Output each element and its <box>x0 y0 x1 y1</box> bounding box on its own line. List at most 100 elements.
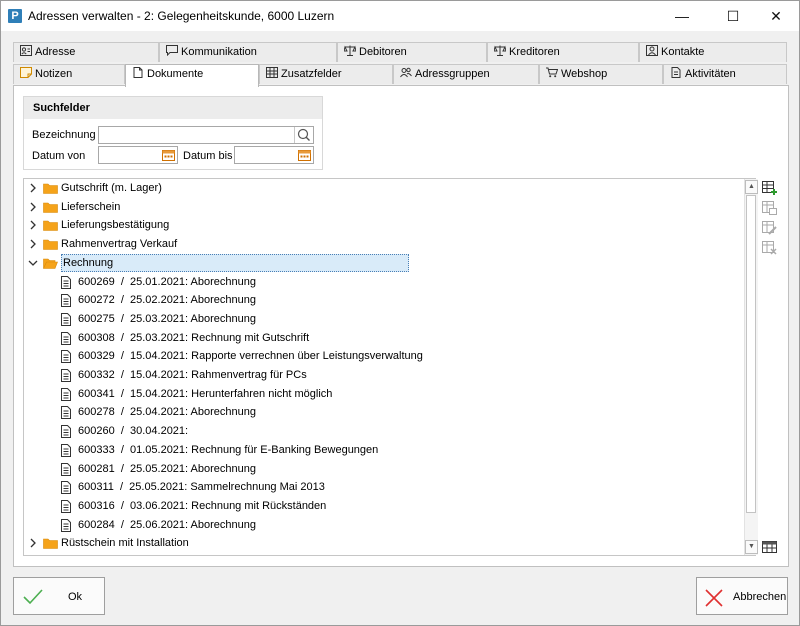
tab-kommunikation[interactable]: Kommunikation <box>159 42 337 62</box>
speech-bubble-icon <box>166 45 178 56</box>
scroll-down-button[interactable]: ▼ <box>745 540 758 554</box>
tree-document-row[interactable]: 600269 / 25.01.2021: Aborechnung <box>24 273 724 291</box>
tree-document-row[interactable]: 600329 / 15.04.2021: Rapporte verrechnen… <box>24 347 724 365</box>
group-icon <box>400 67 412 78</box>
bezeichnung-label: Bezeichnung <box>32 129 96 141</box>
scroll-up-button[interactable]: ▲ <box>745 180 758 194</box>
tree-folder-label: Lieferungsbestätigung <box>61 219 170 232</box>
tab-adresse[interactable]: Adresse <box>13 42 159 62</box>
tab-aktivitaeten[interactable]: Aktivitäten <box>663 64 787 84</box>
tree-document-row[interactable]: 600311 / 25.05.2021: Sammelrechnung Mai … <box>24 478 724 496</box>
tree-document-label: 600341 / 15.04.2021: Herunterfahren nich… <box>78 387 333 400</box>
folder-icon <box>43 221 58 232</box>
contact-icon <box>646 45 658 56</box>
datum-bis-label: Datum bis <box>183 150 233 162</box>
document-icon <box>61 443 71 457</box>
tab-zusatzfelder[interactable]: Zusatzfelder <box>259 64 393 84</box>
tree-scrollbar[interactable]: ▲ ▼ <box>744 179 758 555</box>
tree-document-label: 600284 / 25.06.2021: Aborechnung <box>78 518 256 531</box>
chevron-right-icon[interactable] <box>28 183 38 193</box>
tab-kreditoren[interactable]: Kreditoren <box>487 42 639 62</box>
tree-folder-row[interactable]: Rechnung <box>24 253 744 272</box>
cart-icon <box>546 67 558 78</box>
copy-document-icon[interactable] <box>761 200 779 216</box>
tab-webshop[interactable]: Webshop <box>539 64 663 84</box>
folder-icon <box>43 183 58 194</box>
folder-icon <box>43 202 58 213</box>
tab-kontakte[interactable]: Kontakte <box>639 42 787 62</box>
tree-folder-row[interactable]: Lieferungsbestätigung <box>24 216 744 234</box>
ok-button[interactable]: Ok <box>13 577 105 615</box>
chevron-right-icon[interactable] <box>28 538 38 548</box>
tree-folder-row[interactable]: Lieferschein <box>24 198 744 216</box>
chevron-down-icon[interactable] <box>28 258 38 268</box>
document-icon <box>61 312 71 326</box>
folder-icon <box>43 538 58 550</box>
document-icon <box>61 275 71 289</box>
tab-label: Kreditoren <box>509 46 560 58</box>
calendar-icon[interactable] <box>162 149 175 161</box>
tab-adressgruppen[interactable]: Adressgruppen <box>393 64 539 84</box>
tree-document-label: 600329 / 15.04.2021: Rapporte verrechnen… <box>78 350 423 363</box>
tab-debitoren[interactable]: Debitoren <box>337 42 487 62</box>
maximize-button[interactable]: ☐ <box>710 1 756 31</box>
document-icon <box>61 425 71 439</box>
datum-von-input[interactable] <box>98 146 178 164</box>
add-document-icon[interactable] <box>761 180 779 196</box>
tab-notizen[interactable]: Notizen <box>13 64 125 84</box>
tree-document-row[interactable]: 600316 / 03.06.2021: Rechnung mit Rückst… <box>24 497 724 515</box>
tree-document-row[interactable]: 600284 / 25.06.2021: Aborechnung <box>24 516 724 534</box>
tree-document-label: 600316 / 03.06.2021: Rechnung mit Rückst… <box>78 499 327 512</box>
datum-bis-input[interactable] <box>234 146 314 164</box>
tree-folder-label: Rahmenvertrag Verkauf <box>61 238 178 251</box>
app-logo-icon: P <box>8 9 22 23</box>
search-fields-group: Suchfelder Bezeichnung Datum von Datum b… <box>23 96 323 170</box>
tree-folder-label: Rüstschein mit Installation <box>61 537 189 550</box>
document-icon <box>61 406 71 420</box>
datum-von-label: Datum von <box>32 150 86 162</box>
delete-document-icon[interactable] <box>761 240 779 256</box>
tab-label: Adressgruppen <box>415 68 490 80</box>
edit-document-icon[interactable] <box>761 220 779 236</box>
chevron-right-icon[interactable] <box>28 220 38 230</box>
tree-folder-row[interactable]: Rüstschein mit Installation <box>24 534 744 552</box>
tab-row-lower: Notizen Dokumente Zusatzfelder Adressgru… <box>13 64 787 87</box>
note-icon <box>20 67 32 78</box>
scrollbar-thumb[interactable] <box>746 195 756 513</box>
tab-label: Kommunikation <box>181 46 257 58</box>
calendar-icon[interactable] <box>298 149 311 161</box>
tab-dokumente[interactable]: Dokumente <box>125 64 259 87</box>
tree-document-row[interactable]: 600308 / 25.03.2021: Rechnung mit Gutsch… <box>24 329 724 347</box>
document-icon <box>61 481 71 495</box>
close-button[interactable]: ✕ <box>753 1 799 31</box>
document-icon <box>61 369 71 382</box>
tree-document-row[interactable]: 600281 / 25.05.2021: Aborechnung <box>24 460 724 478</box>
table-settings-icon[interactable] <box>761 539 779 555</box>
chevron-right-icon[interactable] <box>28 202 38 212</box>
tree-document-row[interactable]: 600272 / 25.02.2021: Aborechnung <box>24 291 724 309</box>
document-icon <box>61 294 71 308</box>
cancel-label: Abbrechen <box>733 591 787 603</box>
cancel-button[interactable]: Abbrechen <box>696 577 788 615</box>
tree-document-row[interactable]: 600341 / 15.04.2021: Herunterfahren nich… <box>24 385 724 403</box>
chevron-right-icon[interactable] <box>28 239 38 249</box>
tree-folder-label: Lieferschein <box>61 200 121 213</box>
scale-icon <box>344 45 356 56</box>
minimize-button[interactable]: — <box>659 1 705 31</box>
document-tree[interactable]: Gutschrift (m. Lager) Lieferschein Lieferu… <box>23 178 756 556</box>
search-icon[interactable] <box>294 127 313 143</box>
tree-document-row[interactable]: 600275 / 25.03.2021: Aborechnung <box>24 310 724 328</box>
tree-folder-row[interactable]: Rahmenvertrag Verkauf <box>24 235 744 253</box>
tree-folder-row[interactable]: Gutschrift (m. Lager) <box>24 179 744 197</box>
tree-document-row[interactable]: 600260 / 30.04.2021: <box>24 422 724 440</box>
address-card-icon <box>20 45 32 56</box>
tab-label: Dokumente <box>147 68 204 80</box>
tree-document-label: 600333 / 01.05.2021: Rechnung für E-Bank… <box>78 443 379 456</box>
title-bar[interactable]: P Adressen verwalten - 2: Gelegenheitsku… <box>1 1 799 31</box>
tree-document-row[interactable]: 600332 / 15.04.2021: Rahmenvertrag für P… <box>24 366 724 384</box>
tree-document-row[interactable]: 600278 / 25.04.2021: Aborechnung <box>24 403 724 421</box>
tab-label: Zusatzfelder <box>281 68 342 80</box>
tab-label: Notizen <box>35 68 73 80</box>
bezeichnung-input[interactable] <box>98 126 314 144</box>
tree-document-row[interactable]: 600333 / 01.05.2021: Rechnung für E-Bank… <box>24 441 724 459</box>
